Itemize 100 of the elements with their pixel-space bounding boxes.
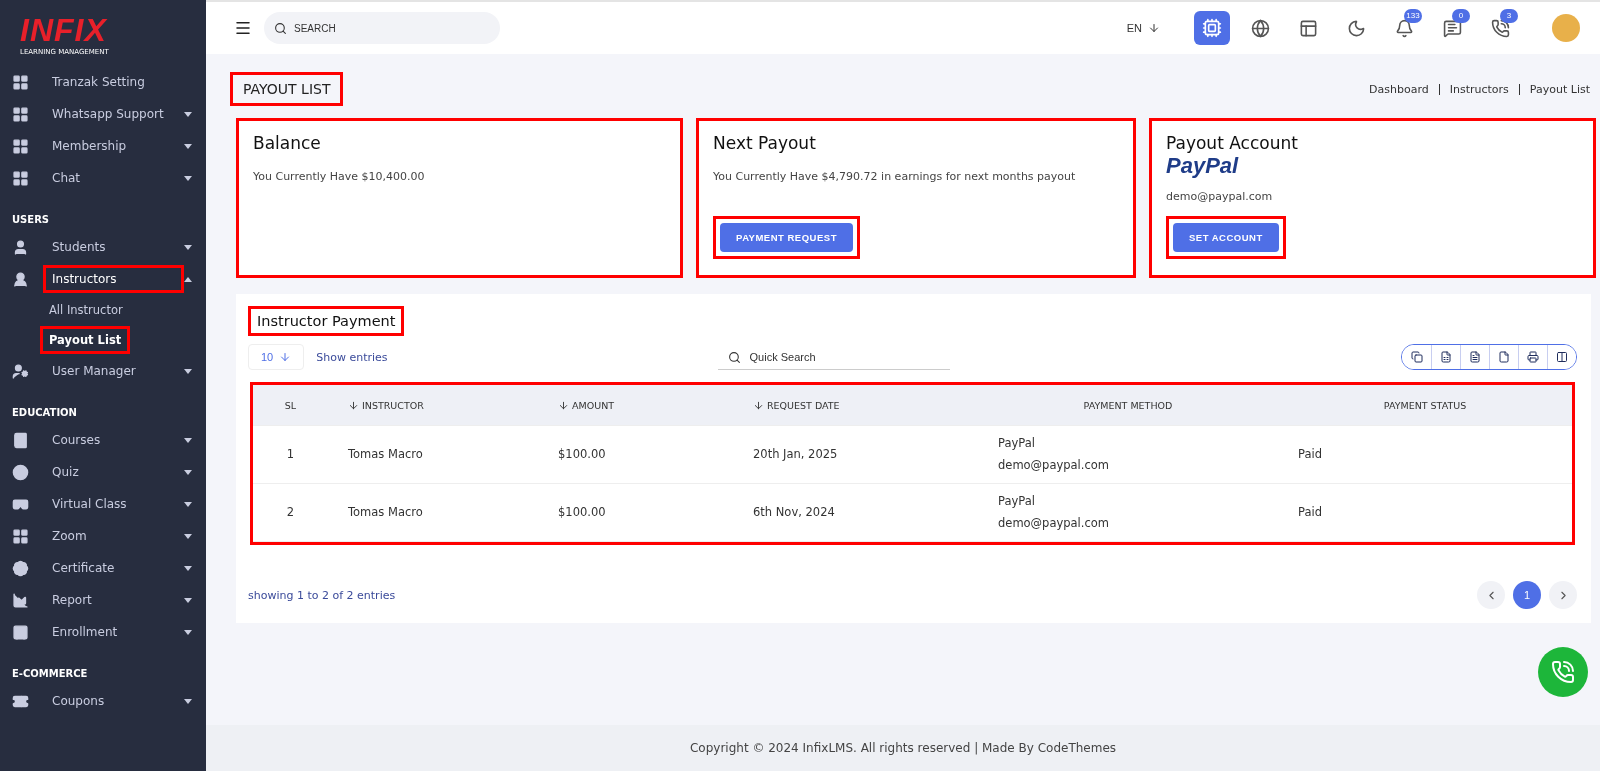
show-entries-label: Show entries	[316, 350, 388, 364]
footer-text: Copyright © 2024 InfixLMS. All rights reserved | Made By CodeThemes	[206, 725, 1600, 771]
column-header[interactable]: PAYMENT METHOD	[978, 399, 1278, 411]
print-icon	[1527, 351, 1539, 363]
section-title: EDUCATION	[11, 406, 78, 420]
grid-icon	[12, 137, 29, 155]
caret-icon	[184, 501, 192, 507]
card-text: You Currently Have $10,400.00	[253, 169, 426, 185]
table-cell-text: demo@paypal.com	[998, 514, 1111, 532]
whatsapp-button[interactable]	[1538, 647, 1588, 697]
spreadsheet-icon	[1440, 351, 1452, 363]
arrow-down-icon	[1148, 22, 1160, 34]
sidebar-item[interactable]: Courses	[43, 426, 184, 454]
section-title: E-COMMERCE	[11, 667, 89, 681]
table-cell-text: $100.00	[557, 445, 607, 463]
column-header[interactable]: REQUEST DATE	[733, 399, 978, 411]
user-gear-icon	[12, 362, 29, 380]
table-cell-text: Paid	[1297, 503, 1323, 521]
bell-icon	[1394, 18, 1414, 38]
notification-button[interactable]: 0	[1434, 11, 1470, 45]
caret-icon	[184, 368, 192, 374]
caret-icon	[184, 244, 192, 250]
column-header[interactable]: PAYMENT STATUS	[1278, 399, 1572, 411]
caret-icon	[184, 469, 192, 475]
column-header[interactable]: INSTRUCTOR	[328, 399, 538, 411]
phone-icon	[1490, 18, 1510, 38]
grid-icon	[12, 105, 29, 123]
table-cell-text: 20th Jan, 2025	[752, 445, 839, 463]
card-title: Next Payout	[713, 133, 817, 153]
sidebar-item[interactable]: Quiz	[43, 458, 184, 486]
breadcrumb-link[interactable]: Dashboard	[1369, 83, 1429, 95]
sidebar-item[interactable]: Virtual Class	[43, 490, 184, 518]
count-badge: 133	[1404, 9, 1422, 23]
sidebar-item[interactable]: Instructors	[43, 265, 184, 293]
sidebar-item[interactable]: Whatsapp Support	[43, 100, 184, 128]
table-cell-text: Paid	[1297, 445, 1323, 463]
ai-button[interactable]	[1194, 11, 1230, 45]
caret-icon	[184, 533, 192, 539]
table-cell-text: Tomas Macro	[347, 445, 424, 463]
caret-icon	[184, 437, 192, 443]
grid-icon	[12, 169, 29, 187]
sidebar-item[interactable]: Enrollment	[43, 618, 184, 646]
column-header[interactable]: SL	[253, 399, 328, 411]
sidebar-item[interactable]: Report	[43, 586, 184, 614]
caret-icon	[184, 629, 192, 635]
caret-icon	[184, 276, 192, 282]
sidebar-item[interactable]: Certificate	[43, 554, 184, 582]
globe-icon	[1250, 18, 1270, 38]
caret-icon	[184, 698, 192, 704]
column-header[interactable]: AMOUNT	[538, 399, 733, 411]
sidebar-item[interactable]: Students	[43, 233, 184, 261]
breadcrumb-link[interactable]: Payout List	[1518, 83, 1590, 95]
menu-icon[interactable]	[234, 19, 252, 37]
caret-icon	[184, 111, 192, 117]
sidebar-item[interactable]: Coupons	[43, 687, 184, 715]
caret-icon	[184, 175, 192, 181]
language-selector[interactable]: EN	[1120, 21, 1166, 35]
page-button[interactable]: 1	[1513, 581, 1541, 609]
action-button[interactable]: SET ACCOUNT	[1173, 223, 1279, 252]
caret-icon	[184, 597, 192, 603]
caret-icon	[184, 565, 192, 571]
sidebar-item[interactable]: User Manager	[43, 357, 184, 385]
sidebar-item[interactable]: Tranzak Setting	[43, 68, 192, 96]
layout-icon	[1298, 18, 1318, 38]
moon-icon	[1346, 18, 1366, 38]
table-cell-text: PayPal	[998, 492, 1036, 510]
export-button[interactable]	[1547, 345, 1576, 369]
chip-icon	[1202, 18, 1222, 38]
submenu-item[interactable]: All Instructor	[40, 296, 132, 324]
breadcrumb-link[interactable]: Instructors	[1438, 83, 1509, 95]
document-icon	[1469, 351, 1481, 363]
columns-icon	[1556, 351, 1568, 363]
phone-icon	[1551, 660, 1575, 684]
entries-summary: showing 1 to 2 of 2 entries	[248, 588, 396, 602]
sidebar-item[interactable]: Chat	[43, 164, 184, 192]
table-cell-text: 2	[285, 503, 296, 521]
table-cell-text: $100.00	[557, 503, 607, 521]
sidebar-item[interactable]: Zoom	[43, 522, 184, 550]
notification-button[interactable]: 3	[1482, 11, 1518, 45]
search-field[interactable]: SEARCH	[264, 12, 500, 44]
section-title: Instructor Payment	[248, 306, 405, 336]
sort-arrow-icon	[558, 399, 569, 411]
table-cell-text: demo@paypal.com	[998, 456, 1111, 474]
copy-icon	[1410, 351, 1423, 363]
caret-icon	[184, 143, 192, 149]
notification-button[interactable]: 133	[1386, 11, 1422, 45]
card-title: Payout Account	[1166, 133, 1299, 153]
submenu-item[interactable]: Payout List	[40, 326, 131, 354]
chart-icon	[12, 591, 29, 609]
action-button[interactable]: PAYMENT REQUEST	[720, 223, 853, 252]
file-icon	[1498, 351, 1510, 363]
page-size-select[interactable]: 10	[248, 344, 305, 370]
sidebar-item[interactable]: Membership	[43, 132, 184, 160]
search-icon	[727, 350, 741, 364]
grid-icon	[12, 73, 29, 91]
table-cell-text: Tomas Macro	[347, 503, 424, 521]
user-icon	[12, 238, 29, 256]
card-title: Balance	[253, 133, 322, 153]
sort-arrow-icon	[753, 399, 764, 411]
payment-brand-logo: PayPal	[1166, 153, 1240, 179]
